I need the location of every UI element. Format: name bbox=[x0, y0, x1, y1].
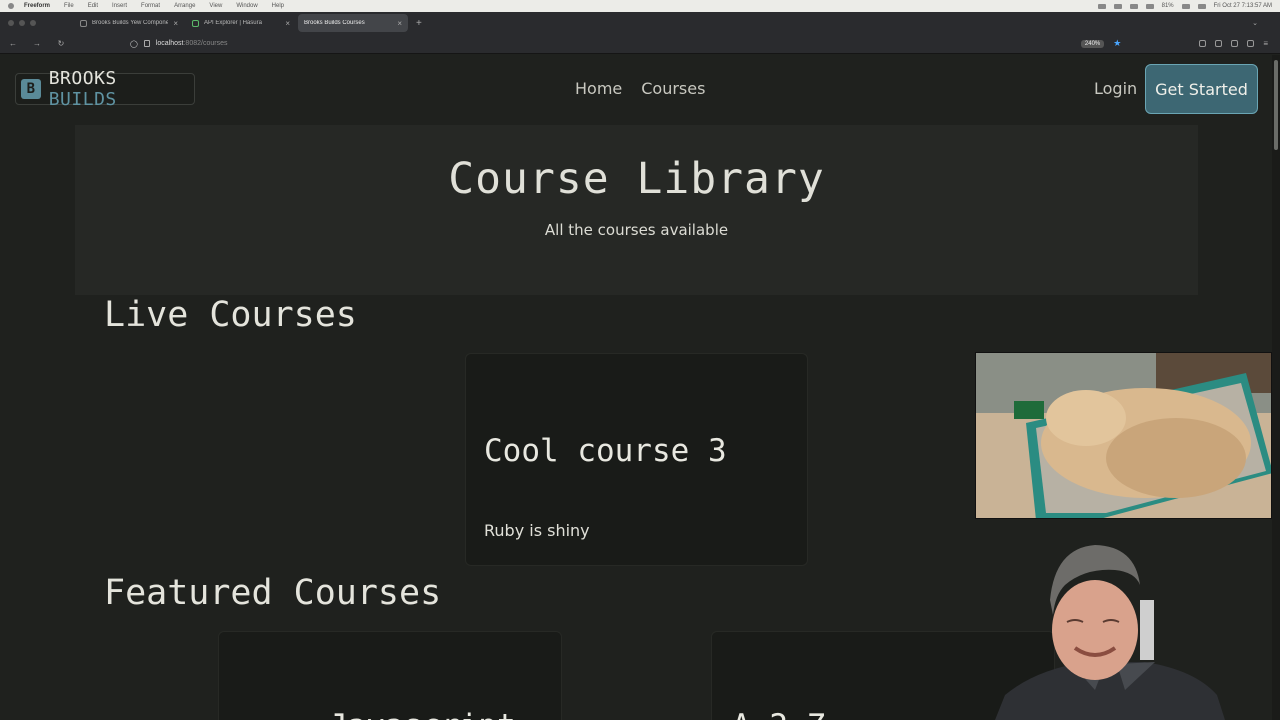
close-window-button[interactable] bbox=[8, 20, 14, 26]
address-bar[interactable]: ◯ localhost:8082/courses bbox=[130, 40, 227, 48]
window-controls bbox=[0, 20, 44, 26]
zoom-indicator[interactable]: 240% bbox=[1080, 39, 1105, 48]
account-icon[interactable] bbox=[1231, 40, 1239, 47]
tab-courses[interactable]: Brooks Builds Courses × bbox=[298, 14, 408, 32]
page-subtitle: All the courses available bbox=[544, 221, 729, 239]
menu-edit[interactable]: Edit bbox=[88, 3, 98, 9]
status-icon[interactable] bbox=[1113, 3, 1122, 9]
os-menubar: Freeform File Edit Insert Format Arrange… bbox=[0, 0, 1280, 12]
hero-banner: Course Library All the courses available bbox=[75, 125, 1198, 295]
battery-icon[interactable] bbox=[1145, 3, 1154, 9]
cat-camera-feed bbox=[975, 352, 1272, 519]
back-icon[interactable]: ← bbox=[8, 39, 18, 48]
featured-course-card[interactable]: Javascript bbox=[218, 631, 562, 720]
logo-text-builds: BUILDS bbox=[48, 89, 117, 110]
tab-yew-library[interactable]: Brooks Builds Yew Component Libr... × bbox=[74, 14, 184, 32]
nav-home-link[interactable]: Home bbox=[575, 79, 622, 98]
tab-hasura[interactable]: API Explorer | Hasura × bbox=[186, 14, 296, 32]
course-card-title: Cool course 3 bbox=[484, 433, 727, 469]
course-card[interactable]: Cool course 3 Ruby is shiny bbox=[465, 353, 808, 566]
tab-title: Brooks Builds Yew Component Libr... bbox=[92, 20, 169, 26]
main-nav: Home Courses bbox=[575, 79, 705, 98]
url-path: :8082/courses bbox=[183, 40, 228, 47]
tab-favicon-icon bbox=[192, 19, 199, 27]
status-icon[interactable] bbox=[1097, 3, 1106, 9]
logo-mark: B bbox=[21, 79, 41, 99]
url-host: localhost bbox=[155, 40, 184, 47]
menu-icon[interactable]: ≡ bbox=[1263, 39, 1268, 48]
menubar-clock[interactable]: Fri Oct 27 7:13:57 AM bbox=[1214, 3, 1272, 9]
nav-courses-link[interactable]: Courses bbox=[641, 79, 705, 98]
login-link[interactable]: Login bbox=[1094, 79, 1137, 98]
course-card-description: Ruby is shiny bbox=[484, 521, 590, 540]
presenter-camera-feed bbox=[995, 540, 1225, 720]
close-tab-icon[interactable]: × bbox=[397, 19, 402, 28]
cat-camera-image bbox=[976, 353, 1271, 518]
page-icon bbox=[143, 40, 150, 47]
zoom-window-button[interactable] bbox=[30, 20, 36, 26]
menu-app-name[interactable]: Freeform bbox=[24, 3, 50, 9]
site-logo[interactable]: B BROOKS BUILDS bbox=[15, 68, 195, 110]
get-started-button[interactable]: Get Started bbox=[1145, 64, 1258, 114]
control-center-icon[interactable] bbox=[1197, 3, 1206, 9]
presenter-image bbox=[995, 545, 1225, 720]
featured-course-title-partial: Javascript bbox=[329, 708, 549, 720]
close-tab-icon[interactable]: × bbox=[285, 19, 290, 28]
toolbar-right: 240% ★ ≡ bbox=[1080, 38, 1268, 49]
wifi-icon[interactable] bbox=[1181, 3, 1190, 9]
featured-courses-heading: Featured Courses bbox=[104, 573, 442, 613]
pocket-icon[interactable] bbox=[1199, 40, 1207, 47]
featured-course-title-partial: A 2 Z bbox=[732, 708, 952, 720]
tab-title: Brooks Builds Courses bbox=[304, 20, 365, 26]
bookmark-star-icon[interactable]: ★ bbox=[1113, 38, 1121, 49]
shield-icon[interactable]: ◯ bbox=[130, 40, 138, 48]
menu-file[interactable]: File bbox=[64, 3, 74, 9]
browser-tab-bar: Brooks Builds Yew Component Libr... × AP… bbox=[0, 12, 1280, 34]
page-title: Course Library bbox=[448, 154, 825, 204]
page-scrollbar[interactable] bbox=[1272, 55, 1280, 720]
reload-icon[interactable]: ↻ bbox=[56, 39, 66, 48]
menu-insert[interactable]: Insert bbox=[112, 3, 127, 9]
extensions-icon[interactable] bbox=[1215, 40, 1223, 47]
tab-title: API Explorer | Hasura bbox=[204, 20, 262, 26]
menu-window[interactable]: Window bbox=[236, 3, 257, 9]
minimize-window-button[interactable] bbox=[19, 20, 25, 26]
battery-percent: 81% bbox=[1161, 3, 1174, 9]
logo-text: BROOKS BUILDS bbox=[49, 68, 194, 110]
chevron-down-icon[interactable]: ⌄ bbox=[1252, 19, 1258, 27]
tab-favicon-icon bbox=[80, 19, 87, 27]
status-icon[interactable] bbox=[1129, 3, 1138, 9]
apple-icon[interactable] bbox=[8, 3, 14, 9]
logo-text-brooks: BROOKS bbox=[48, 68, 117, 89]
share-icon[interactable] bbox=[1247, 40, 1255, 47]
menu-arrange[interactable]: Arrange bbox=[174, 3, 195, 9]
close-tab-icon[interactable]: × bbox=[173, 19, 178, 28]
browser-toolbar: ← → ↻ ◯ localhost:8082/courses 240% ★ ≡ bbox=[0, 34, 1280, 54]
forward-icon[interactable]: → bbox=[32, 39, 42, 48]
new-tab-icon[interactable]: + bbox=[416, 18, 422, 29]
status-area: 81% Fri Oct 27 7:13:57 AM bbox=[1097, 3, 1272, 9]
scrollbar-thumb[interactable] bbox=[1274, 60, 1278, 150]
menu-format[interactable]: Format bbox=[141, 3, 160, 9]
menu-view[interactable]: View bbox=[209, 3, 222, 9]
live-courses-heading: Live Courses bbox=[104, 295, 357, 335]
menu-help[interactable]: Help bbox=[272, 3, 284, 9]
